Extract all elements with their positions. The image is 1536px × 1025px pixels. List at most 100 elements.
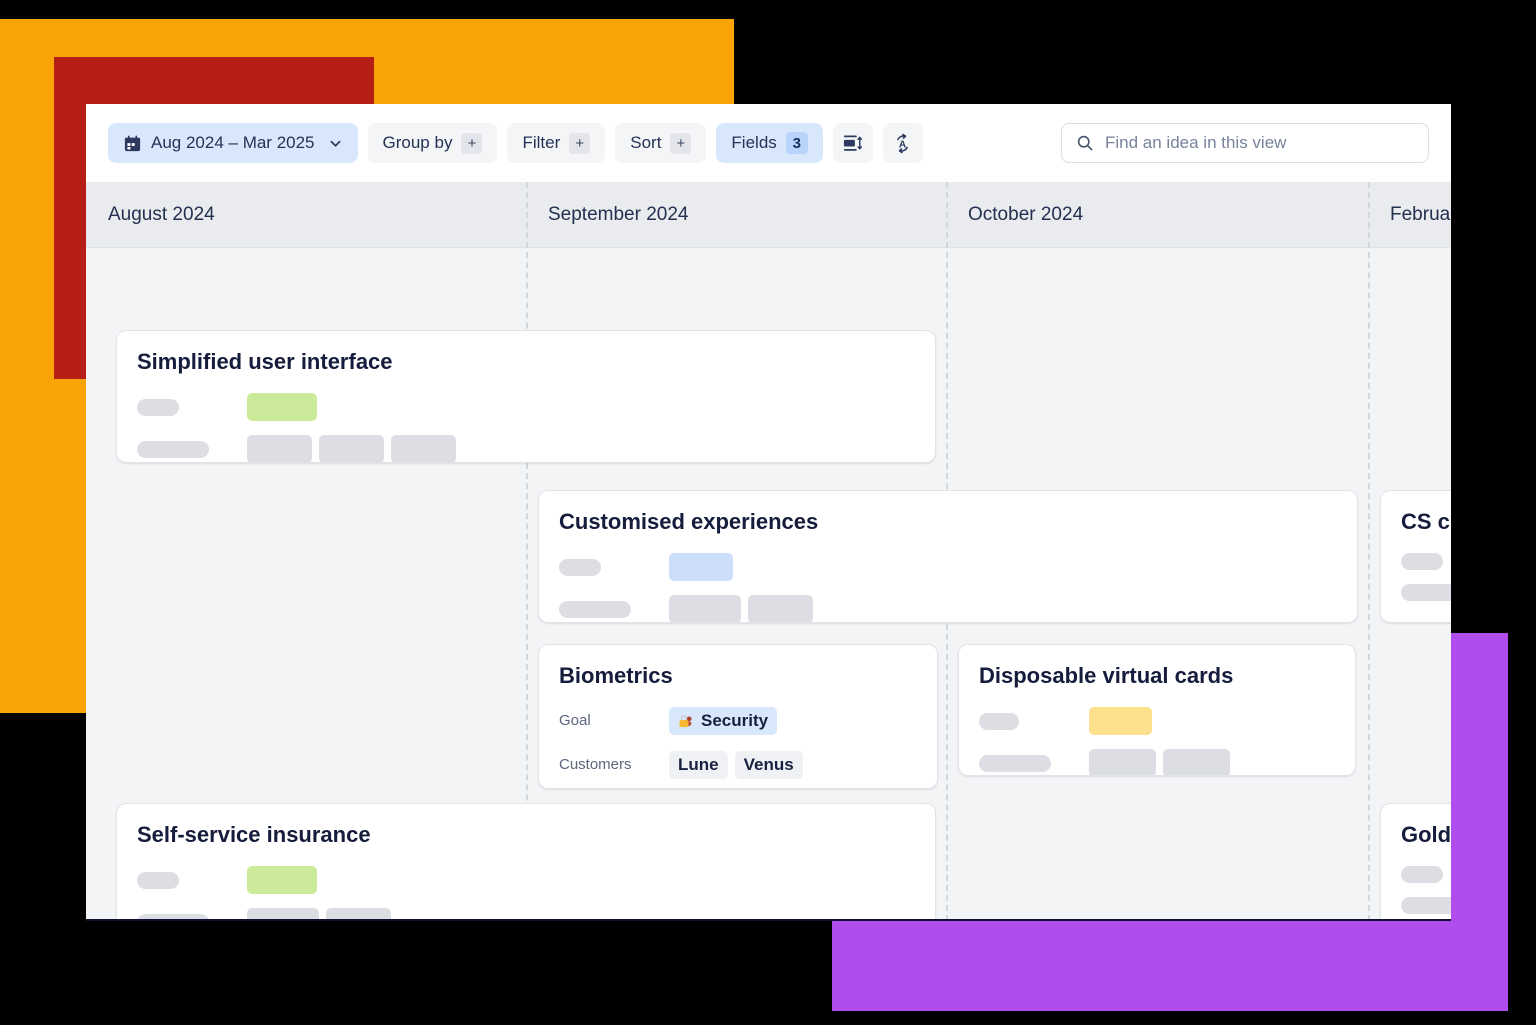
- filter-button[interactable]: Filter +: [507, 123, 606, 163]
- card-biometrics[interactable]: Biometrics Goal Security Customers Lune …: [538, 644, 938, 789]
- customer-chip-venus[interactable]: Venus: [734, 751, 803, 779]
- goal-chip-security[interactable]: Security: [669, 707, 778, 735]
- group-by-button[interactable]: Group by +: [367, 123, 498, 163]
- field-label-col: Customers: [559, 756, 669, 774]
- field-label-col: [1401, 866, 1451, 883]
- card-field-row: [1401, 553, 1451, 570]
- field-value-placeholder-yellow: [1089, 707, 1152, 735]
- plus-icon: +: [670, 132, 692, 154]
- column-header-august-2024[interactable]: August 2024: [86, 182, 526, 247]
- field-value-placeholder: [669, 595, 741, 622]
- column-header-september-2024[interactable]: September 2024: [526, 182, 946, 247]
- field-label-col: [979, 754, 1089, 772]
- card-title: Customised experiences: [559, 509, 819, 534]
- field-label-col: [1401, 897, 1451, 914]
- card-field-row: [1401, 897, 1451, 914]
- field-label-col: [979, 712, 1089, 730]
- fields-label: Fields: [731, 133, 777, 152]
- fields-count-badge: 3: [785, 132, 808, 154]
- card-field-row: [137, 908, 915, 919]
- field-label-col: [559, 558, 669, 576]
- field-value-placeholder: [1089, 749, 1156, 775]
- fields-button[interactable]: Fields 3: [716, 123, 823, 163]
- field-label-col: [137, 440, 247, 458]
- roadmap-board: August 2024 September 2024 October 2024 …: [86, 182, 1451, 919]
- card-title: Disposable virtual cards: [979, 663, 1234, 688]
- field-label-placeholder: [979, 754, 1051, 772]
- calendar-icon: [123, 134, 142, 153]
- field-label-placeholder: [137, 913, 209, 919]
- chevron-down-icon: [328, 136, 343, 151]
- field-label-col: [1401, 553, 1451, 570]
- auto-translate-button[interactable]: A: [882, 123, 923, 163]
- date-range-label: Aug 2024 – Mar 2025: [151, 133, 315, 152]
- field-label-col: [137, 398, 247, 416]
- field-value-placeholder-blue: [669, 553, 733, 581]
- card-disposable-virtual-cards[interactable]: Disposable virtual cards: [958, 644, 1356, 776]
- plus-icon: +: [569, 132, 591, 154]
- field-label-customers: Customers: [559, 756, 632, 773]
- column-header-october-2024[interactable]: October 2024: [946, 182, 1368, 247]
- row-height-button[interactable]: [832, 123, 873, 163]
- column-header-february-2025[interactable]: Februa: [1368, 182, 1451, 247]
- field-label-placeholder: [979, 712, 1019, 730]
- field-label-placeholder: [137, 440, 209, 458]
- card-field-row: [559, 553, 1337, 581]
- card-title: Biometrics: [559, 663, 673, 688]
- card-field-row: [1401, 866, 1451, 883]
- field-value-placeholder: [748, 595, 813, 622]
- field-label-col: [1401, 584, 1451, 601]
- field-label-placeholder: [1401, 553, 1443, 570]
- search-box[interactable]: [1061, 123, 1429, 163]
- date-range-button[interactable]: Aug 2024 – Mar 2025: [108, 123, 358, 163]
- app-panel: Aug 2024 – Mar 2025 Group by + Filter + …: [86, 104, 1451, 921]
- field-label-col: [137, 871, 247, 889]
- field-label-placeholder: [1401, 897, 1451, 914]
- card-cs-ch[interactable]: CS ch: [1380, 490, 1451, 623]
- card-customised-experiences[interactable]: Customised experiences: [538, 490, 1358, 623]
- card-title: CS ch: [1401, 509, 1451, 534]
- search-input[interactable]: [1105, 133, 1414, 153]
- field-value-placeholder: [391, 435, 456, 462]
- field-label-placeholder: [1401, 866, 1443, 883]
- field-label-col: Goal: [559, 712, 669, 730]
- card-self-service-insurance[interactable]: Self-service insurance: [116, 803, 936, 919]
- field-label-placeholder: [137, 398, 179, 416]
- card-title: Gold: [1401, 822, 1451, 847]
- field-value-placeholder-green: [247, 866, 317, 894]
- card-field-row: [137, 393, 915, 421]
- group-by-label: Group by: [382, 133, 453, 152]
- filter-label: Filter: [522, 133, 561, 152]
- field-value-placeholder: [319, 435, 384, 462]
- goal-chip-label: Security: [701, 711, 769, 730]
- column-headers: August 2024 September 2024 October 2024 …: [86, 182, 1451, 248]
- card-field-row: [1401, 584, 1451, 601]
- card-field-row: [559, 595, 1337, 622]
- card-gold[interactable]: Gold: [1380, 803, 1451, 919]
- field-label-col: [559, 600, 669, 618]
- screenshot-stage: Aug 2024 – Mar 2025 Group by + Filter + …: [0, 0, 1536, 1025]
- field-value-placeholder: [247, 908, 319, 919]
- card-field-row: [137, 866, 915, 894]
- toolbar: Aug 2024 – Mar 2025 Group by + Filter + …: [86, 104, 1451, 182]
- sort-button[interactable]: Sort +: [615, 123, 707, 163]
- auto-translate-icon: A: [891, 132, 914, 155]
- card-title: Simplified user interface: [137, 349, 393, 374]
- field-value-placeholder: [326, 908, 391, 919]
- customer-chip-lune[interactable]: Lune: [669, 751, 728, 779]
- field-label-placeholder: [1401, 584, 1451, 601]
- card-field-row: [979, 707, 1335, 735]
- plus-icon: +: [461, 132, 483, 154]
- field-label-placeholder: [559, 558, 601, 576]
- field-label-goal: Goal: [559, 712, 591, 729]
- card-title: Self-service insurance: [137, 822, 371, 847]
- row-height-icon: [842, 133, 863, 154]
- field-value-placeholder: [1163, 749, 1230, 775]
- cards-layer: Simplified user interface Customised exp…: [86, 248, 1451, 919]
- field-label-placeholder: [559, 600, 631, 618]
- card-simplified-user-interface[interactable]: Simplified user interface: [116, 330, 936, 463]
- card-field-row: [137, 435, 915, 462]
- card-field-row: Customers Lune Venus: [559, 751, 917, 779]
- locked-with-key-icon: [678, 713, 695, 730]
- field-value-placeholder-green: [247, 393, 317, 421]
